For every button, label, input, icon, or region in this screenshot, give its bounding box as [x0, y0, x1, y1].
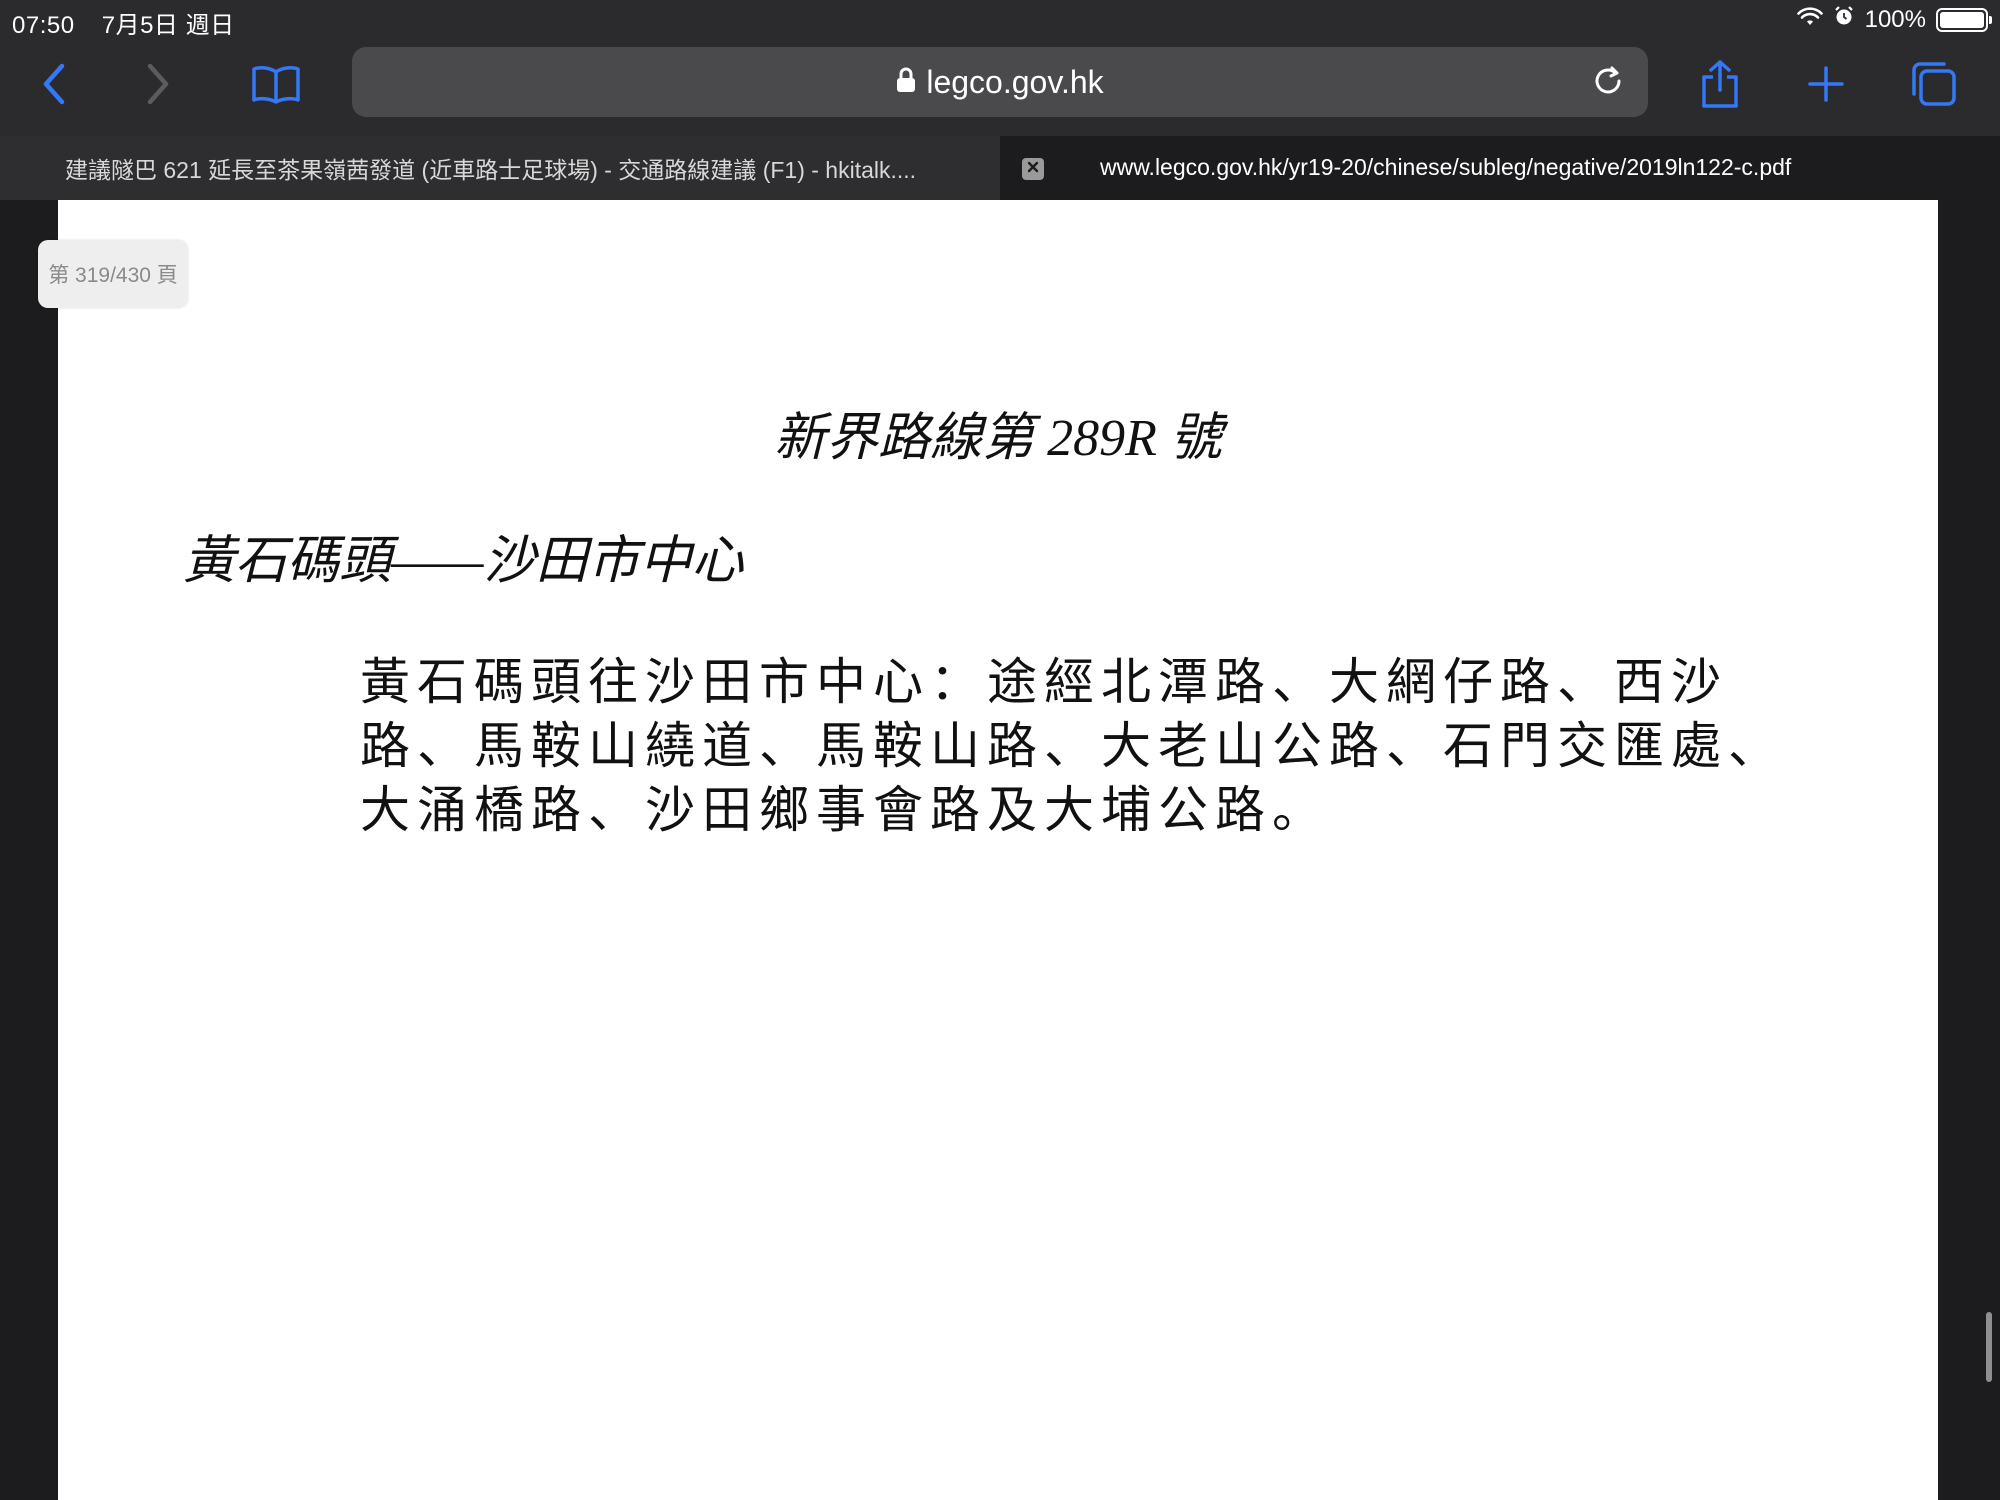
lock-icon	[896, 64, 916, 101]
page-indicator: 第 319/430 頁	[38, 240, 188, 308]
tabs-button[interactable]	[1904, 56, 1964, 116]
alarm-icon	[1833, 5, 1855, 34]
back-icon	[38, 62, 70, 111]
tab-label: 建議隧巴 621 延長至茶果嶺茜發道 (近車路士足球場) - 交通路線建議 (F…	[65, 157, 917, 183]
reload-button[interactable]	[1584, 59, 1632, 107]
bookmarks-icon	[251, 64, 301, 109]
battery-icon	[1936, 7, 1992, 32]
new-tab-icon	[1806, 64, 1846, 109]
tab-bar: 建議隧巴 621 延長至茶果嶺茜發道 (近車路士足球場) - 交通路線建議 (F…	[0, 136, 2000, 200]
battery-percent: 100%	[1864, 5, 1926, 33]
pdf-viewer[interactable]: 新界路線第 289R 號 黃石碼頭——沙田市中心 黃石碼頭往沙田市中心：途經北潭…	[0, 200, 2000, 1500]
share-button[interactable]	[1690, 56, 1750, 116]
browser-toolbar: legco.gov.hk	[0, 38, 2000, 136]
address-url: legco.gov.hk	[926, 63, 1104, 100]
route-heading: 黃石碼頭——沙田市中心	[183, 533, 744, 590]
tab-legco-pdf[interactable]: www.legco.gov.hk/yr19-20/chinese/subleg/…	[1000, 136, 2000, 200]
tab-label: www.legco.gov.hk/yr19-20/chinese/subleg/…	[1100, 154, 1792, 180]
share-icon	[1700, 59, 1740, 114]
new-tab-button[interactable]	[1796, 56, 1856, 116]
bookmarks-button[interactable]	[246, 56, 306, 116]
document-title: 新界路線第 289R 號	[774, 410, 1222, 467]
address-bar[interactable]: legco.gov.hk	[352, 47, 1648, 117]
pdf-page: 新界路線第 289R 號 黃石碼頭——沙田市中心 黃石碼頭往沙田市中心：途經北潭…	[58, 200, 1938, 1500]
status-date: 7月5日 週日	[101, 12, 235, 39]
reload-icon	[1591, 64, 1625, 103]
wifi-icon	[1796, 6, 1823, 34]
forward-icon	[142, 62, 174, 111]
route-description: 黃石碼頭往沙田市中心：途經北潭路、大網仔路、西沙路、馬鞍山繞道、馬鞍山路、大老山…	[360, 654, 1785, 838]
close-icon	[1026, 160, 1040, 179]
tabs-icon	[1910, 60, 1958, 113]
tab-close-button[interactable]	[1022, 158, 1044, 180]
forward-button[interactable]	[128, 56, 188, 116]
tab-hkitalk[interactable]: 建議隧巴 621 延長至茶果嶺茜發道 (近車路士足球場) - 交通路線建議 (F…	[0, 136, 1000, 200]
status-bar: 07:50 7月5日 週日 100%	[0, 0, 2000, 39]
scroll-indicator[interactable]	[1986, 1312, 1992, 1382]
status-time: 07:50	[12, 12, 75, 39]
back-button[interactable]	[24, 56, 84, 116]
